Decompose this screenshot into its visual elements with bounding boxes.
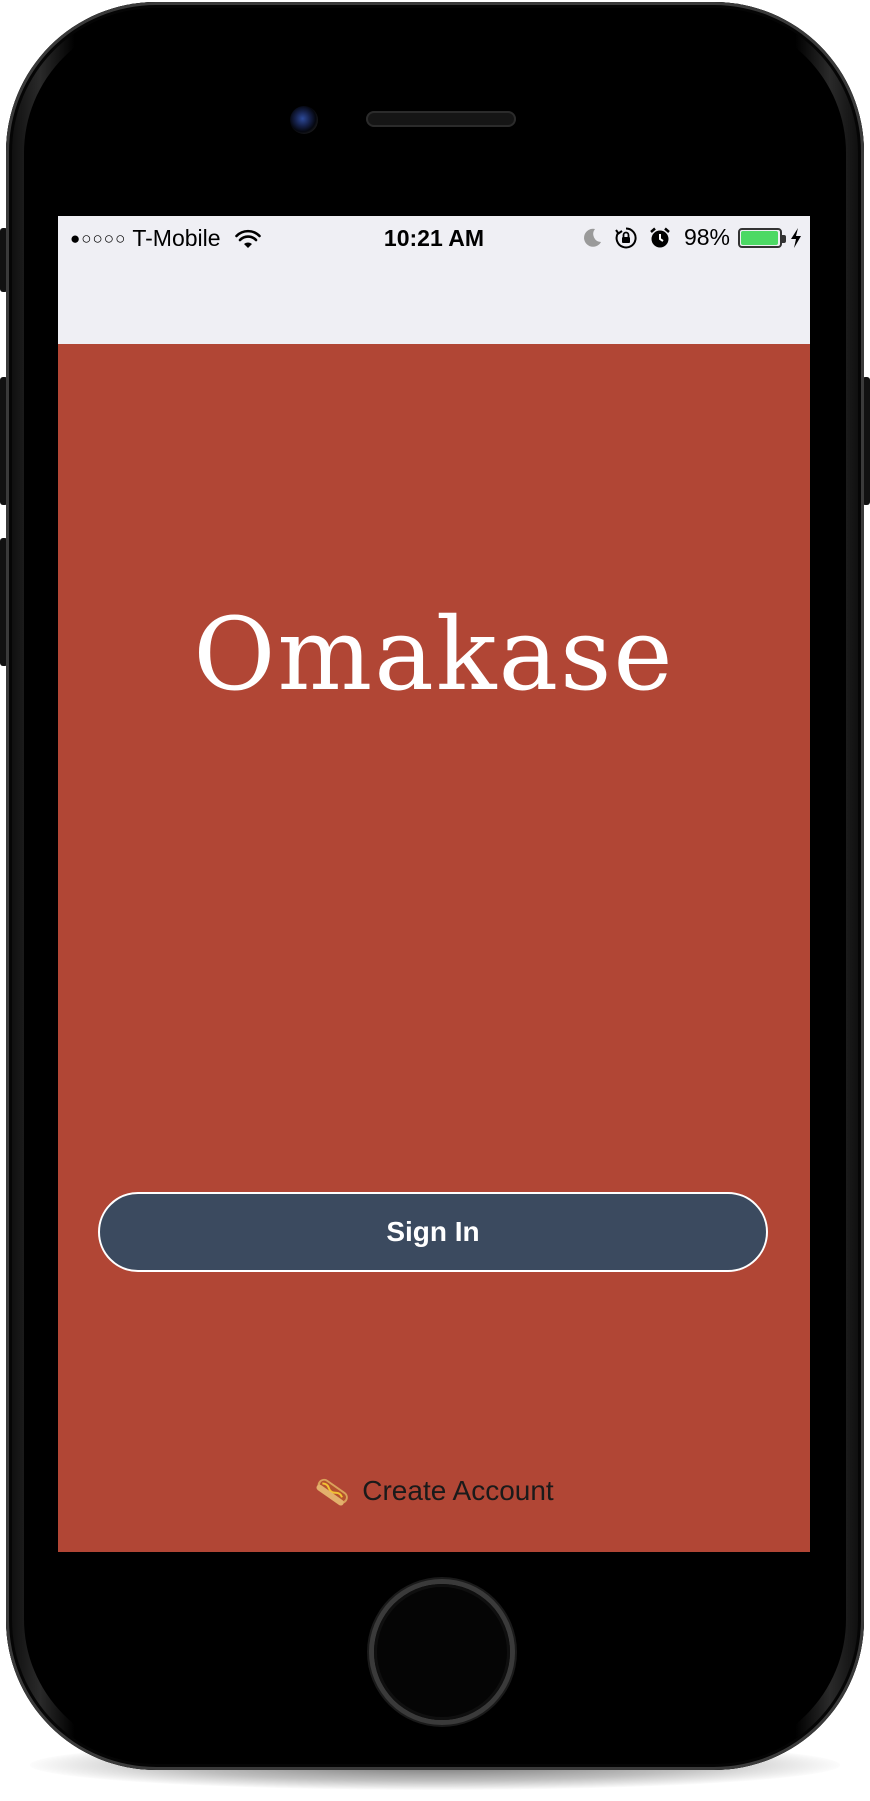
front-camera xyxy=(290,106,318,134)
charging-bolt-icon xyxy=(791,227,801,248)
hotdog-icon xyxy=(316,1478,349,1506)
status-bar: ●○○○○ T-Mobile 10:21 AM 98% xyxy=(58,216,810,256)
orientation-lock-icon xyxy=(615,226,637,248)
alarm-icon xyxy=(650,227,670,247)
create-account-label: Create Account xyxy=(362,1475,554,1506)
earpiece-speaker xyxy=(366,111,516,127)
battery-percentage: 98% xyxy=(683,224,730,250)
battery-tip xyxy=(782,234,786,243)
create-account-link[interactable]: Create Account xyxy=(58,1474,810,1508)
moon-icon xyxy=(584,228,601,247)
app-logo: Omakase xyxy=(193,596,675,713)
status-bar-right: 98% xyxy=(570,224,802,251)
app-screen: ●○○○○ T-Mobile 10:21 AM 98% Omakase Sign… xyxy=(58,216,810,1552)
home-button[interactable] xyxy=(374,1584,510,1720)
battery-icon xyxy=(738,227,786,248)
sign-in-button[interactable]: Sign In xyxy=(98,1192,768,1272)
battery-fill xyxy=(741,230,779,245)
